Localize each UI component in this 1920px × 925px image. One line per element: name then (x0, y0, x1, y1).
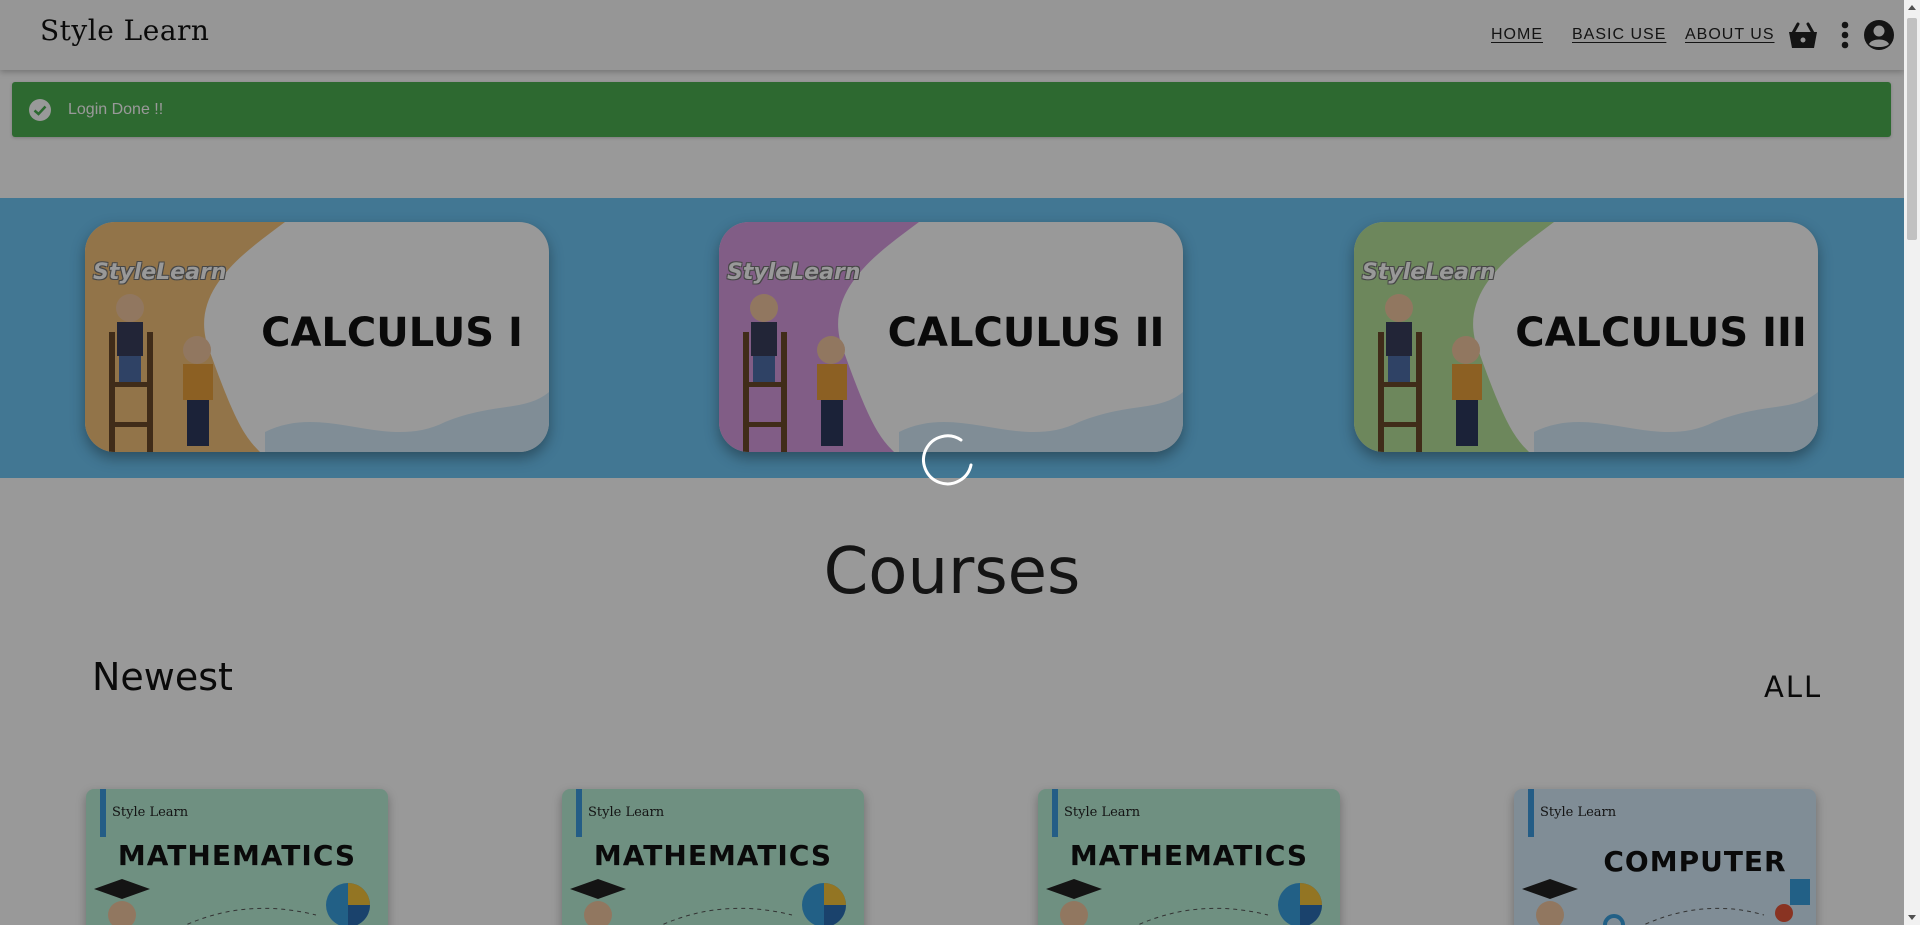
loading-spinner-icon (922, 434, 973, 486)
scroll-up-arrow-icon[interactable] (1904, 0, 1920, 16)
scrollbar-thumb[interactable] (1907, 18, 1917, 240)
vertical-scrollbar[interactable] (1904, 0, 1920, 925)
scroll-down-arrow-icon[interactable] (1904, 909, 1920, 925)
